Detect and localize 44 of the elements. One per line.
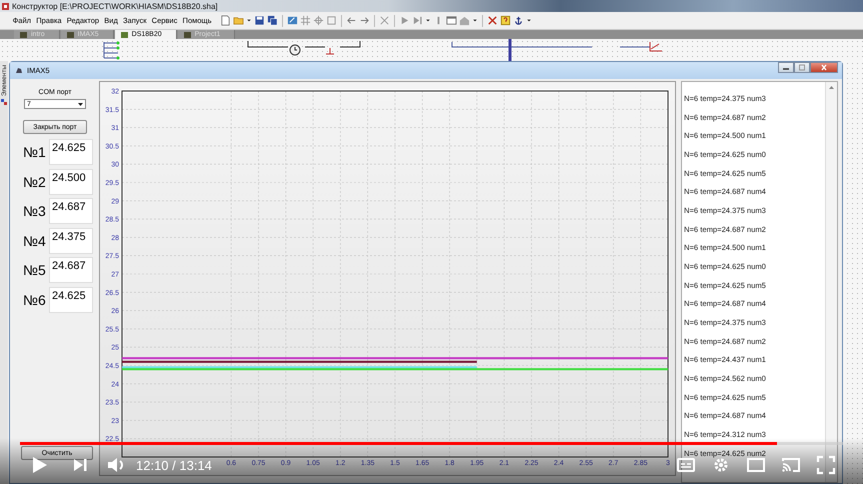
- close-icon: [820, 64, 828, 71]
- video-time: 12:10 / 13:14: [136, 458, 212, 472]
- run-icon[interactable]: [399, 15, 410, 26]
- help-icon[interactable]: [500, 15, 512, 26]
- tab-icon: [184, 32, 191, 38]
- new-document-icon[interactable]: [220, 15, 232, 26]
- scissors-icon[interactable]: [487, 15, 498, 26]
- save-all-icon[interactable]: [267, 15, 278, 26]
- fullscreen-icon[interactable]: [815, 454, 837, 476]
- components-icon: [1, 99, 7, 106]
- temperature-field[interactable]: 24.500: [49, 168, 93, 194]
- sensor-label: №2: [23, 174, 46, 190]
- tab-icon: [120, 32, 128, 38]
- caret-icon: [78, 102, 83, 106]
- window-title: Конструктор [E:\PROJECT\WORK\HIASM\DS18B20.sha]: [12, 2, 218, 10]
- sensor-label: №3: [23, 203, 46, 219]
- temperature-field[interactable]: 24.687: [49, 198, 93, 224]
- tab-icon: [66, 32, 74, 38]
- arrow-right-icon[interactable]: [359, 15, 370, 26]
- grid-icon[interactable]: [300, 15, 312, 26]
- frame-icon[interactable]: [326, 15, 338, 26]
- sensor-label: №6: [23, 292, 46, 308]
- maximize-icon: [798, 64, 806, 71]
- delete-icon[interactable]: [379, 15, 390, 26]
- arrow-left-icon[interactable]: [346, 15, 358, 26]
- save-icon[interactable]: [254, 15, 266, 26]
- sensor-label: №4: [23, 232, 46, 248]
- temperature-field[interactable]: 24.687: [49, 257, 93, 283]
- temperature-field[interactable]: 24.375: [49, 228, 93, 254]
- sensor-label: №5: [23, 262, 46, 278]
- app-icon: [2, 2, 9, 10]
- sensor-label: №1: [23, 144, 46, 160]
- form-icon[interactable]: [287, 15, 298, 26]
- anchor-icon[interactable]: [513, 15, 524, 26]
- window-icon[interactable]: [446, 15, 458, 26]
- scroll-up-icon[interactable]: [829, 86, 834, 89]
- minimize-button[interactable]: [778, 62, 794, 73]
- window-icon: [15, 67, 23, 74]
- temperature-field[interactable]: 24.625: [49, 286, 93, 312]
- crosshair-icon[interactable]: [313, 15, 324, 26]
- temperature-field[interactable]: 24.625: [49, 139, 93, 165]
- close-button[interactable]: [810, 62, 838, 73]
- scrollbar[interactable]: [825, 82, 837, 482]
- tab-icon: [20, 32, 27, 38]
